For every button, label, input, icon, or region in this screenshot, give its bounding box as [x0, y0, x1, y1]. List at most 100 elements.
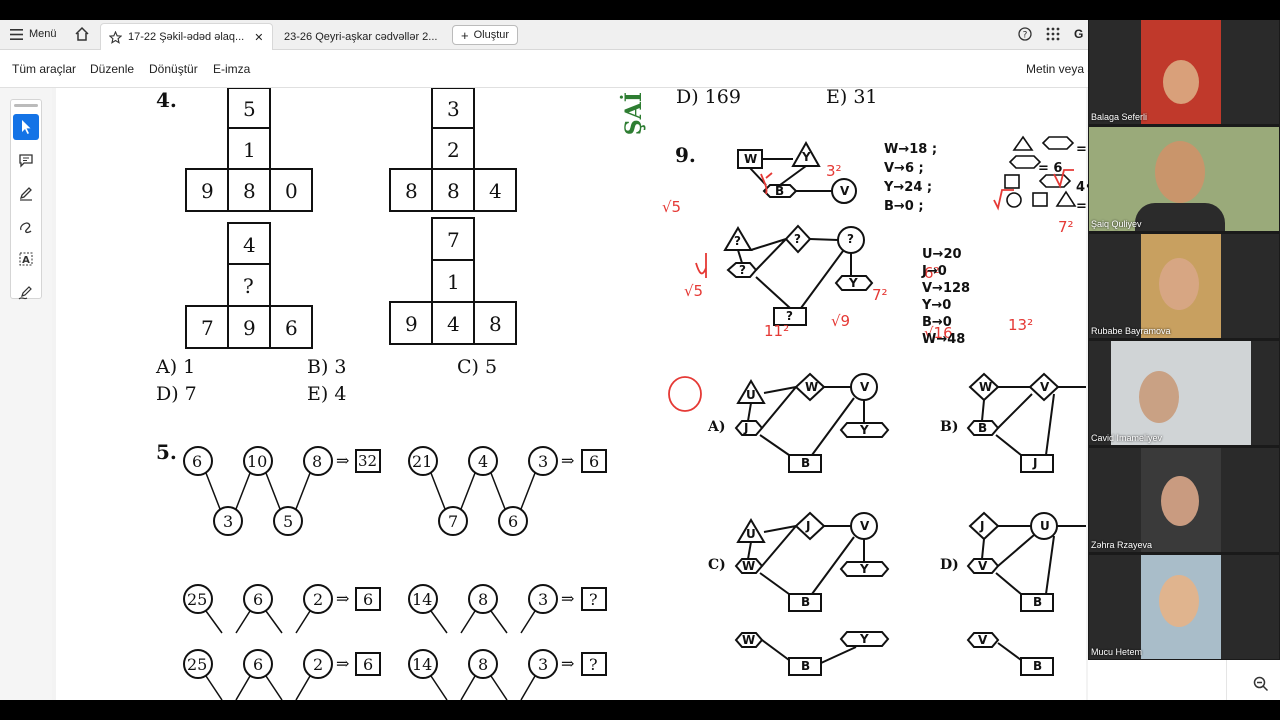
q9-legend-1-eq: = 3•6 = 6 4•6 = 0 — [1038, 140, 1088, 216]
participant-tile[interactable]: Balaga Seferli — [1089, 20, 1279, 124]
participant-tile[interactable]: Rubabe Bayramova — [1089, 234, 1279, 338]
legend-eq: 4•6 — [1076, 180, 1088, 195]
node-label: ? — [734, 234, 741, 248]
tab-active[interactable]: 17-22 Şəkil-ədəd əlaq... ✕ — [100, 23, 273, 50]
q5-result: 32 — [358, 452, 378, 470]
close-icon[interactable]: ✕ — [254, 31, 263, 44]
legend-line: U→20 — [922, 247, 962, 262]
q4-cell: ? — [243, 274, 254, 298]
tab-bar-right: ? G — [1018, 27, 1083, 41]
q9-diagrams: 3² √5 √5 11² √9 7² 13² √16 6² 7² — [662, 135, 1086, 676]
q4-cell: 4 — [447, 312, 460, 336]
comment-tool-icon[interactable] — [13, 147, 39, 173]
tab-inactive[interactable]: 23-26 Qeyri-aşkar cədvəllər 2... — [276, 23, 446, 50]
q5-result: ? — [589, 590, 598, 609]
q5-value: 6 — [192, 452, 203, 471]
avatar — [1159, 258, 1199, 310]
q4-cell: 7 — [447, 228, 460, 252]
video-background — [1111, 341, 1251, 445]
drag-handle[interactable] — [14, 104, 38, 107]
node-label: B — [775, 184, 785, 198]
legend-eq: = 0 — [1076, 199, 1088, 214]
node-label: B — [978, 421, 988, 435]
node-label: ? — [794, 232, 801, 246]
participant-name: Rubabe Bayramova — [1091, 326, 1171, 336]
q4-cell: 8 — [489, 312, 502, 336]
legend-line: W→48 — [922, 332, 966, 347]
q4-cell: 9 — [243, 316, 256, 340]
avatar — [1159, 575, 1199, 627]
letterbox-bottom — [0, 700, 1280, 720]
q5-chain-4 — [408, 584, 607, 700]
participant-name: Cavid Imameliyev — [1091, 433, 1163, 443]
q5-value: 6 — [253, 590, 264, 609]
search-hint[interactable]: Metin veya a — [1026, 62, 1094, 76]
letterbox-top — [0, 0, 1280, 20]
q4-cell: 5 — [243, 97, 256, 121]
annotation: √5 — [662, 198, 681, 216]
q5-arrow: ⇒ — [336, 451, 350, 470]
participant-tile[interactable]: Zəhra Rzayeva — [1089, 448, 1279, 552]
node-label: W — [805, 380, 819, 394]
select-tool-icon[interactable] — [13, 114, 39, 140]
menu-convert[interactable]: Dönüştür — [149, 62, 198, 76]
node-label: J — [744, 421, 749, 435]
q5-chain-1 — [183, 446, 381, 536]
new-tab-button[interactable]: + Oluştur — [452, 25, 519, 45]
q9-legend-2: U→20 J→0 V→128 Y→0 B→0 W→48 — [922, 246, 970, 348]
draw-freehand-icon[interactable] — [13, 213, 39, 239]
q5-value: 7 — [448, 512, 459, 531]
node-label: U — [746, 527, 756, 541]
participant-name: Mucu Hetem — [1091, 647, 1143, 657]
q5-value: 14 — [412, 590, 433, 609]
q5-value: 25 — [187, 590, 208, 609]
menu-all-tools[interactable]: Tüm araçlar — [12, 62, 76, 76]
node-label: ? — [739, 263, 746, 277]
q5-value: 5 — [283, 512, 294, 531]
q5-value: 3 — [538, 590, 549, 609]
document-viewer[interactable]: 4. 5 1 9 8 0 3 2 8 8 4 4 ? 7 9 6 7 1 9 4… — [52, 88, 1088, 700]
prev-answer-e: E) 31 — [826, 88, 878, 108]
legend-line: B→0 ; — [884, 199, 924, 214]
participant-tile[interactable]: Cavid Imameliyev — [1089, 341, 1279, 445]
star-icon[interactable] — [109, 30, 122, 44]
home-icon[interactable] — [74, 26, 90, 45]
menu-button[interactable]: Menü — [10, 28, 57, 40]
sign-tool-icon[interactable] — [13, 279, 39, 305]
q4-cell: 8 — [243, 179, 256, 203]
text-box-icon[interactable]: A — [13, 246, 39, 272]
node-label: Y — [860, 423, 869, 437]
menu-edit[interactable]: Düzenle — [90, 62, 134, 76]
q5-result: 6 — [363, 655, 374, 674]
prev-answer-d: D) 169 — [676, 88, 741, 108]
plus-icon: + — [461, 27, 469, 43]
menu-e-sign[interactable]: E-imza — [213, 62, 250, 76]
q5-value: 4 — [478, 452, 489, 471]
node-label: W — [744, 152, 758, 166]
account-initial[interactable]: G — [1074, 27, 1083, 41]
apps-grid-icon[interactable] — [1046, 27, 1060, 41]
participant-name: Şaiq Quliyev — [1091, 219, 1142, 229]
help-icon[interactable]: ? — [1018, 27, 1032, 41]
q4-answer-c: C) 5 — [457, 356, 498, 378]
q5-result: 6 — [589, 452, 600, 471]
node-label: V — [840, 184, 850, 198]
annotation: √5 — [684, 282, 703, 300]
q4-answer-a: A) 1 — [156, 356, 196, 378]
highlight-pen-icon[interactable] — [13, 180, 39, 206]
participant-tile[interactable]: Şaiq Quliyev — [1089, 127, 1279, 231]
q5-value: 3 — [223, 512, 234, 531]
node-label: V — [860, 519, 870, 533]
q4-cell: 3 — [447, 97, 460, 121]
q4-answer-d: D) 7 — [156, 383, 197, 405]
q4-cell: 8 — [447, 179, 460, 203]
q4-cell: 8 — [405, 179, 418, 203]
annotation: 3² — [826, 162, 842, 180]
q5-arrow: ⇒ — [561, 451, 575, 470]
q5-value: 8 — [478, 655, 489, 674]
menu-label: Menü — [29, 28, 57, 40]
participant-tile[interactable]: Mucu Hetem — [1089, 555, 1279, 659]
legend-eq: = 3•6 — [1076, 142, 1088, 157]
zoom-out-icon[interactable] — [1253, 676, 1269, 697]
q4-cell: 9 — [405, 312, 418, 336]
